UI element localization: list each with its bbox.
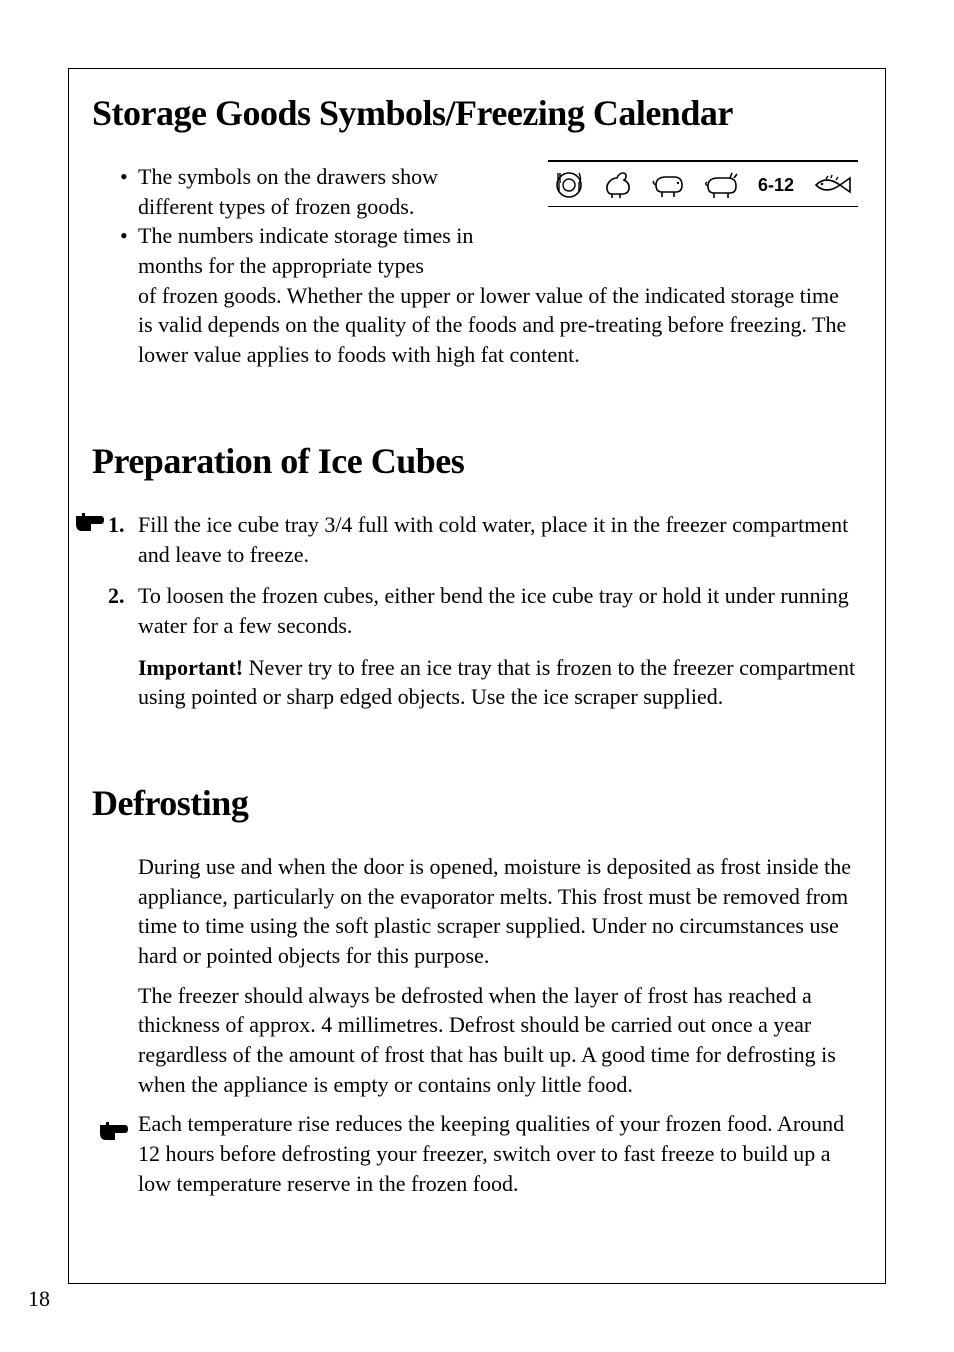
step-number-2: 2. (108, 581, 125, 611)
ice-step-2: 2. To loosen the frozen cubes, either be… (138, 581, 858, 640)
ice-step-1: 1. Fill the ice cube tray 3/4 full with … (138, 510, 858, 569)
plate-cutlery-icon (554, 170, 584, 200)
bullet-symbols-meaning: The symbols on the drawers show differen… (138, 162, 498, 221)
step-2-text: To loosen the frozen cubes, either bend … (138, 583, 849, 638)
bullet-numbers-lead: The numbers indicate storage times in mo… (138, 221, 498, 280)
hand-pointing-icon (74, 512, 106, 542)
section-storage-symbols: Storage Goods Symbols/Freezing Calendar (68, 92, 858, 370)
freezing-calendar-symbols: 6-12 (548, 160, 858, 207)
important-label: Important! (138, 655, 243, 680)
fish-icon (812, 173, 852, 197)
storage-months-range: 6-12 (758, 175, 794, 196)
step-1-text: Fill the ice cube tray 3/4 full with col… (138, 512, 848, 567)
heading-defrosting: Defrosting (92, 782, 858, 824)
bullet-numbers-continuation: of frozen goods. Whether the upper or lo… (138, 281, 858, 370)
important-text: Never try to free an ice tray that is fr… (138, 655, 855, 710)
ice-important-note: Important! Never try to free an ice tray… (138, 653, 858, 712)
section-defrosting: Defrosting During use and when the door … (68, 782, 858, 1199)
cow-icon (704, 170, 740, 200)
defrost-para-1: During use and when the door is opened, … (138, 852, 858, 971)
step-number-1: 1. (108, 510, 125, 540)
defrost-para-3: Each temperature rise reduces the keepin… (138, 1109, 858, 1198)
pig-icon (652, 171, 686, 199)
page-number: 18 (28, 1286, 50, 1312)
poultry-icon (602, 170, 634, 200)
defrost-para-2: The freezer should always be defrosted w… (138, 981, 858, 1100)
heading-ice-cubes: Preparation of Ice Cubes (92, 440, 858, 482)
heading-storage: Storage Goods Symbols/Freezing Calendar (92, 92, 858, 134)
page-content: Storage Goods Symbols/Freezing Calendar (68, 68, 886, 1284)
section-ice-cubes: Preparation of Ice Cubes 1. Fill the ice… (68, 440, 858, 712)
hand-pointing-icon (98, 1121, 130, 1148)
